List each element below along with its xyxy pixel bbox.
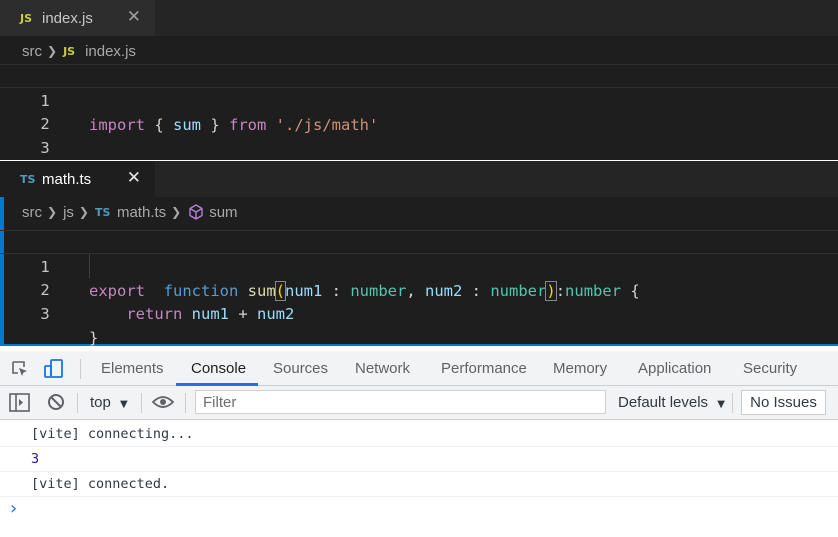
sidebar-toggle-icon[interactable] (9, 393, 30, 412)
tab-elements[interactable]: Elements (101, 351, 164, 385)
devtools-tab-bar: Elements Console Sources Network Perform… (0, 351, 838, 386)
line-number: 3 (40, 305, 50, 323)
tab-label: index.js (42, 9, 93, 27)
code-line[interactable]: 2 return num1 + num2 (0, 254, 838, 323)
clear-console-icon[interactable] (47, 393, 65, 411)
console-toolbar: top ▼ Filter Default levels ▼ No Issues (0, 386, 838, 420)
devtools-panel: Elements Console Sources Network Perform… (0, 351, 838, 537)
console-message: 3 (0, 447, 838, 472)
breadcrumb-item-src[interactable]: src (22, 43, 42, 60)
code-line[interactable]: 1 export function sum(num1 : number, num… (0, 230, 838, 301)
line-number: 3 (40, 139, 50, 157)
code-line[interactable]: 2 (0, 88, 838, 133)
close-icon[interactable]: ✕ (127, 168, 141, 188)
tab-console[interactable]: Console (191, 351, 246, 385)
console-message: [vite] connected. (0, 472, 838, 497)
breadcrumb: src ❯ js ❯ TS math.ts ❯ sum (22, 202, 238, 222)
toolbar-divider (141, 393, 142, 413)
line-text: } (89, 329, 99, 347)
console-message: [vite] connecting... (0, 422, 838, 447)
tab-sources[interactable]: Sources (273, 351, 328, 385)
log-levels-dropdown[interactable]: Default levels ▼ (618, 394, 725, 411)
breadcrumb-item-file[interactable]: math.ts (117, 204, 166, 221)
breadcrumb: src ❯ JS index.js (22, 41, 136, 61)
toolbar-divider (77, 393, 78, 413)
breadcrumb-item-js[interactable]: js (63, 204, 74, 221)
chevron-right-icon: ❯ (47, 205, 58, 219)
chevron-right-icon: ❯ (171, 205, 182, 219)
js-file-icon: JS (20, 11, 33, 25)
issues-button[interactable]: No Issues (741, 390, 826, 415)
method-cube-icon (189, 204, 203, 220)
tab-security[interactable]: Security (743, 351, 797, 385)
log-levels-label: Default levels (618, 394, 709, 411)
toolbar-divider (185, 393, 186, 413)
tab-index-js[interactable]: JS index.js ✕ (0, 0, 155, 36)
chevron-right-icon: ❯ (78, 205, 89, 219)
inspect-element-icon[interactable] (10, 359, 30, 379)
code-line[interactable]: 1 import { sum } from './js/math' (0, 64, 838, 134)
eye-icon[interactable] (152, 395, 174, 409)
tab-label: math.ts (42, 170, 92, 188)
close-icon[interactable]: ✕ (127, 7, 141, 27)
tab-math-ts[interactable]: TS math.ts ✕ (0, 161, 155, 197)
context-selector[interactable]: top ▼ (90, 394, 128, 411)
editor-tab-strip: TS math.ts ✕ (0, 161, 838, 197)
breadcrumb-item-src[interactable]: src (22, 204, 42, 221)
device-toolbar-icon[interactable] (43, 358, 65, 380)
editor-pane-index-js: JS index.js ✕ src ❯ JS index.js 1 import… (0, 0, 838, 181)
caret-down-icon: ▼ (120, 399, 128, 410)
line-text: return num1 + num2 (126, 305, 295, 323)
code-line[interactable]: 3 } (0, 278, 838, 347)
caret-down-icon: ▼ (717, 399, 725, 410)
js-file-icon: JS (63, 44, 76, 58)
breadcrumb-item-symbol[interactable]: sum (209, 204, 237, 221)
tab-network[interactable]: Network (355, 351, 410, 385)
chevron-right-icon: ❯ (47, 44, 58, 58)
code-line[interactable]: 3 console.log(sum(1, 2)); (0, 112, 838, 181)
editor-tab-strip: JS index.js ✕ (0, 0, 838, 36)
breadcrumb-item-file[interactable]: index.js (85, 43, 136, 60)
tab-performance[interactable]: Performance (441, 351, 527, 385)
toolbar-divider (732, 393, 733, 413)
ts-file-icon: TS (94, 205, 111, 219)
tab-application[interactable]: Application (638, 351, 711, 385)
ts-file-icon: TS (20, 172, 36, 186)
context-label: top (90, 394, 111, 411)
indent-guide (89, 254, 90, 278)
toolbar-divider (80, 359, 81, 379)
prompt-chevron-icon: › (10, 498, 18, 519)
editor-pane-math-ts: TS math.ts ✕ src ❯ js ❯ TS math.ts ❯ sum… (0, 161, 838, 347)
console-prompt[interactable]: › (10, 497, 838, 521)
filter-input[interactable]: Filter (195, 390, 606, 414)
tab-memory[interactable]: Memory (553, 351, 607, 385)
